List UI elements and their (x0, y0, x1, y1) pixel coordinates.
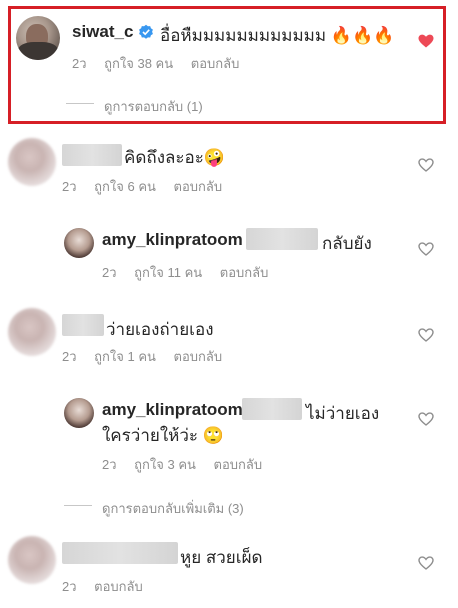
comment-time: 2ว (102, 457, 117, 472)
heart-outline-icon[interactable] (418, 556, 434, 570)
comment-text: ว่ายเองถ่ายเอง (106, 320, 214, 339)
heart-outline-icon[interactable] (418, 242, 434, 256)
avatar[interactable] (64, 228, 94, 258)
comment-meta: 2ว ถูกใจ 38 คน ตอบกลับ (72, 53, 253, 74)
likes-count[interactable]: ถูกใจ 38 คน (104, 56, 173, 71)
avatar[interactable] (8, 308, 56, 356)
view-replies-link[interactable]: ดูการตอบกลับ (1) (104, 96, 203, 117)
likes-count[interactable]: ถูกใจ 3 คน (134, 457, 196, 472)
comment-item: หูย สวยเผ็ด 2ว ตอบกลับ (0, 530, 458, 608)
reply-button[interactable]: ตอบกลับ (174, 179, 223, 194)
heart-filled-icon[interactable] (418, 34, 434, 48)
comment-meta: 2ว ถูกใจ 11 คน ตอบกลับ (102, 262, 282, 283)
comment-text: อื่อหืมมมมมมมมมมมม 🔥🔥🔥 (160, 26, 395, 45)
reply-button[interactable]: ตอบกลับ (94, 579, 143, 594)
comment-meta: 2ว ถูกใจ 1 คน ตอบกลับ (62, 346, 236, 367)
comment-item: siwat_c อื่อหืมมมมมมมมมมมม 🔥🔥🔥 2ว ถูกใจ … (0, 0, 458, 126)
reply-item: amy_klinpratoom กลับยัง 2ว ถูกใจ 11 คน ต… (0, 216, 458, 286)
comment-time: 2ว (102, 265, 117, 280)
comment-text: คิดถึงละอะ🤪 (124, 148, 226, 167)
comment-meta: 2ว ตอบกลับ (62, 576, 157, 597)
reply-button[interactable]: ตอบกลับ (214, 457, 263, 472)
comment-meta: 2ว ถูกใจ 3 คน ตอบกลับ (102, 454, 276, 475)
blurred-username (62, 144, 122, 166)
reply-button[interactable]: ตอบกลับ (174, 349, 223, 364)
blurred-mention (246, 228, 318, 250)
likes-count[interactable]: ถูกใจ 6 คน (94, 179, 156, 194)
avatar[interactable] (8, 138, 56, 186)
comment-username[interactable]: amy_klinpratoom (102, 400, 243, 420)
avatar[interactable] (16, 16, 60, 60)
comment-text: กลับยัง (322, 234, 372, 253)
comment-item: ว่ายเองถ่ายเอง 2ว ถูกใจ 1 คน ตอบกลับ (0, 302, 458, 372)
likes-count[interactable]: ถูกใจ 1 คน (94, 349, 156, 364)
reply-button[interactable]: ตอบกลับ (191, 56, 240, 71)
comment-meta: 2ว ถูกใจ 6 คน ตอบกลับ (62, 176, 236, 197)
reply-item: amy_klinpratoom ไม่ว่ายเอง ใครว่ายให้ว่ะ… (0, 390, 458, 520)
avatar[interactable] (64, 398, 94, 428)
comment-item: คิดถึงละอะ🤪 2ว ถูกใจ 6 คน ตอบกลับ (0, 130, 458, 200)
comment-time: 2ว (72, 56, 87, 71)
replies-divider (64, 505, 92, 506)
view-more-replies-link[interactable]: ดูการตอบกลับเพิ่มเติม (3) (102, 498, 244, 519)
comment-time: 2ว (62, 349, 77, 364)
blurred-mention (242, 398, 302, 420)
comment-username[interactable]: siwat_c (72, 22, 133, 42)
verified-badge-icon (138, 24, 154, 40)
blurred-username (62, 542, 178, 564)
heart-outline-icon[interactable] (418, 412, 434, 426)
blurred-username (62, 314, 104, 336)
comment-text: ไม่ว่ายเอง (306, 404, 380, 423)
replies-divider (66, 103, 94, 104)
comment-text: หูย สวยเผ็ด (180, 548, 263, 567)
heart-outline-icon[interactable] (418, 158, 434, 172)
comment-time: 2ว (62, 579, 77, 594)
heart-outline-icon[interactable] (418, 328, 434, 342)
avatar[interactable] (8, 536, 56, 584)
comment-username[interactable]: amy_klinpratoom (102, 230, 243, 250)
comment-time: 2ว (62, 179, 77, 194)
comment-text-line2: ใครว่ายให้ว่ะ 🙄 (102, 426, 224, 445)
reply-button[interactable]: ตอบกลับ (220, 265, 269, 280)
likes-count[interactable]: ถูกใจ 11 คน (134, 265, 202, 280)
